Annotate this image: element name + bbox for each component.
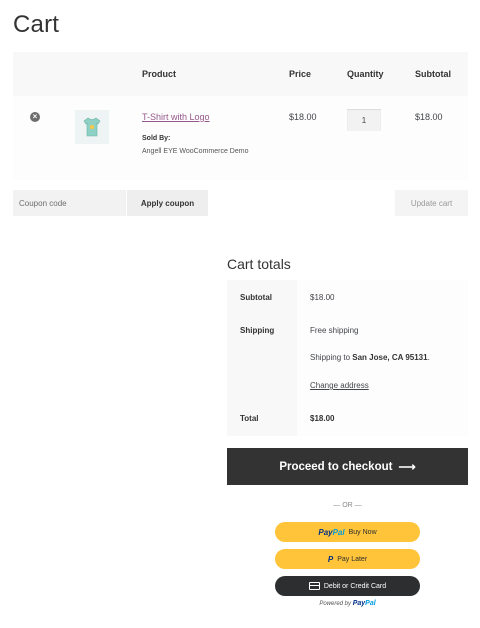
paypal-footer-logo: PayPal xyxy=(352,600,376,607)
product-price: $18.00 xyxy=(289,112,317,122)
page-title: Cart xyxy=(13,11,60,38)
total-label: Total xyxy=(240,414,259,423)
paypal-logo: PayPal xyxy=(318,527,345,537)
product-link[interactable]: T-Shirt with Logo xyxy=(142,112,210,122)
shipping-destination: Shipping to San Jose, CA 95131. xyxy=(310,353,430,362)
debit-credit-card-button[interactable]: Debit or Credit Card xyxy=(275,576,420,596)
close-circle-icon[interactable]: × xyxy=(30,112,40,122)
subtotal-value-cell: $18.00 xyxy=(297,280,468,314)
shipping-value-cell: Free shipping Shipping to San Jose, CA 9… xyxy=(297,314,468,401)
pay-later-label: Pay Later xyxy=(337,555,368,563)
subtotal-label-cell: Subtotal xyxy=(227,280,297,314)
product-thumbnail[interactable] xyxy=(75,110,109,144)
or-separator: — OR — xyxy=(333,502,362,509)
powered-by-label: Powered by xyxy=(319,601,352,607)
proceed-to-checkout-button[interactable]: Proceed to checkout ⟶ xyxy=(227,448,468,485)
shipping-to-suffix: . xyxy=(427,353,430,362)
shipping-label: Shipping xyxy=(240,326,275,335)
row-subtotal: $18.00 xyxy=(415,112,443,122)
update-cart-button[interactable]: Update cart xyxy=(395,190,468,216)
total-value-cell: $18.00 xyxy=(297,401,468,436)
paypal-buy-now-button[interactable]: PayPal Buy Now xyxy=(275,522,420,542)
cart-table: Product Price Quantity Subtotal × T-Shir… xyxy=(13,52,468,180)
cart-table-header: Product Price Quantity Subtotal xyxy=(13,52,468,96)
subtotal-value: $18.00 xyxy=(310,293,335,302)
powered-by-paypal: Powered by PayPal xyxy=(227,600,468,607)
buy-now-label: Buy Now xyxy=(348,528,377,536)
arrow-right-icon: ⟶ xyxy=(398,459,416,474)
cart-totals-table: Subtotal $18.00 Shipping Free shipping S… xyxy=(227,280,468,436)
cart-totals-title: Cart totals xyxy=(227,256,291,272)
shipping-location: San Jose, CA 95131 xyxy=(352,353,428,362)
card-label: Debit or Credit Card xyxy=(323,582,387,590)
header-quantity: Quantity xyxy=(347,69,384,79)
sold-by-label: Sold By: xyxy=(142,135,171,142)
shipping-label-cell: Shipping xyxy=(227,314,297,401)
header-subtotal: Subtotal xyxy=(415,69,451,79)
total-label-cell: Total xyxy=(227,401,297,436)
quantity-input[interactable] xyxy=(347,109,381,131)
paypal-p-icon: P xyxy=(327,554,334,564)
table-row: × T-Shirt with Logo Sold By: Angell EYE … xyxy=(13,96,468,180)
header-price: Price xyxy=(289,69,312,79)
change-address-link[interactable]: Change address xyxy=(310,381,369,390)
tshirt-icon xyxy=(83,117,101,137)
vendor-name: Angell EYE WooCommerce Demo xyxy=(142,148,249,155)
header-product: Product xyxy=(142,69,177,79)
coupon-input[interactable] xyxy=(13,190,126,216)
paypal-pay-later-button[interactable]: P Pay Later xyxy=(275,549,420,569)
subtotal-label: Subtotal xyxy=(240,293,272,302)
shipping-method: Free shipping xyxy=(310,326,359,335)
shipping-to-prefix: Shipping to xyxy=(310,353,351,362)
checkout-label: Proceed to checkout xyxy=(279,460,393,473)
total-value: $18.00 xyxy=(310,414,335,423)
credit-card-icon xyxy=(308,582,320,590)
apply-coupon-button[interactable]: Apply coupon xyxy=(127,190,208,216)
